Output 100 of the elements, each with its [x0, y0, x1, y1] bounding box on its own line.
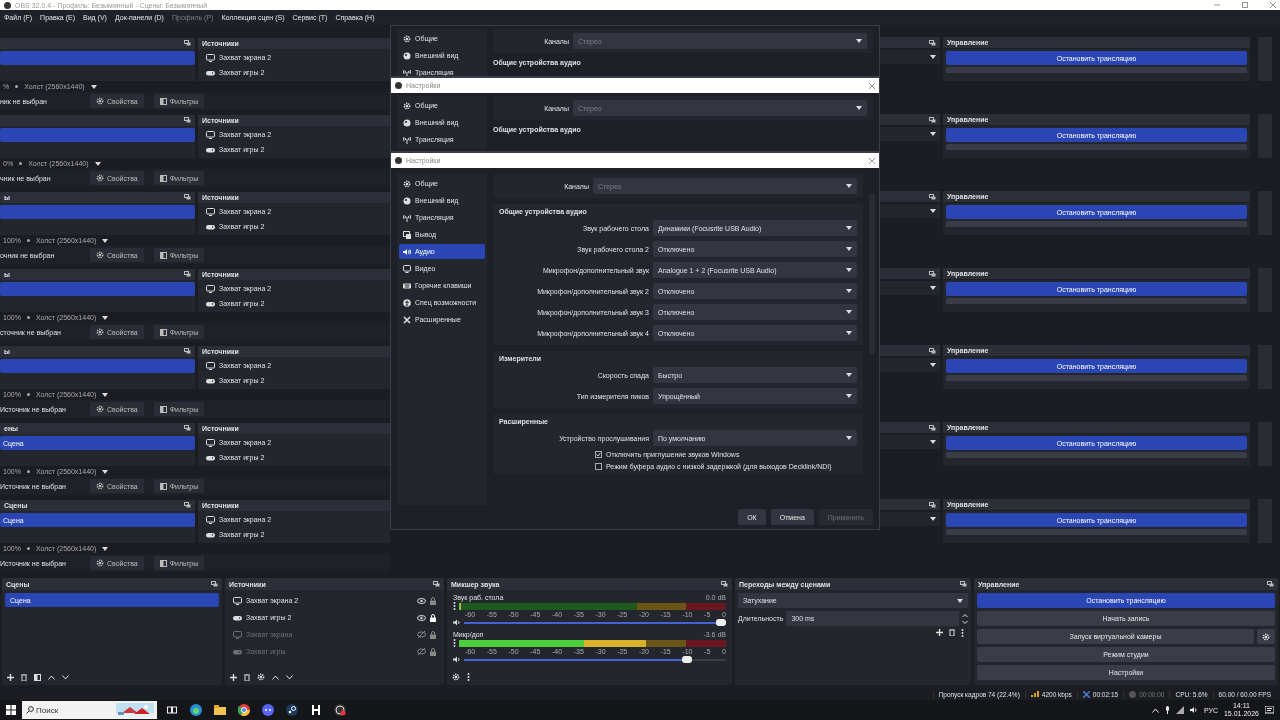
float-icon[interactable]: [184, 117, 191, 123]
float-icon[interactable]: [960, 581, 967, 587]
gamepad-icon: [206, 223, 215, 230]
caret-icon: [856, 39, 862, 43]
monitor-icon: [206, 130, 215, 139]
folder-icon[interactable]: [214, 705, 226, 715]
gear-icon: [96, 97, 104, 105]
caret-icon: [930, 209, 936, 213]
lock-icon[interactable]: [430, 613, 436, 622]
settings-button[interactable]: [1257, 629, 1275, 644]
trash-icon[interactable]: [21, 673, 27, 681]
start-icon[interactable]: [6, 705, 16, 715]
add-icon[interactable]: [936, 629, 943, 636]
filter-icon: [159, 405, 167, 413]
caret-icon: [930, 132, 936, 136]
gamepad-icon: [206, 146, 215, 153]
caret-icon: [846, 247, 852, 251]
speaker-icon[interactable]: [1189, 706, 1198, 714]
app-icon[interactable]: [311, 705, 321, 715]
float-icon[interactable]: [184, 40, 191, 46]
float-icon[interactable]: [929, 193, 936, 200]
float-icon[interactable]: [1267, 581, 1274, 587]
add-icon[interactable]: [7, 673, 14, 681]
caret-icon: [102, 238, 109, 243]
gamepad-icon: [206, 454, 215, 461]
gamepad-icon: [206, 531, 215, 538]
float-icon[interactable]: [929, 347, 936, 354]
checkbox[interactable]: [595, 463, 602, 470]
palette-icon: [403, 196, 411, 205]
down-icon[interactable]: [62, 674, 69, 680]
settings-icon: [1262, 632, 1270, 641]
float-icon[interactable]: [433, 581, 440, 587]
more-icon[interactable]: [453, 639, 456, 647]
spinner-icon[interactable]: [962, 612, 968, 625]
chat-icon[interactable]: [262, 704, 274, 716]
speaker-icon[interactable]: [453, 619, 461, 626]
network-icon[interactable]: [1175, 706, 1184, 714]
browser-icon[interactable]: [190, 704, 202, 716]
caret-icon: [102, 392, 109, 397]
check-icon: [596, 452, 601, 457]
caret-icon: [846, 268, 852, 272]
task-view-icon[interactable]: [167, 705, 177, 715]
recorder-icon[interactable]: [334, 704, 346, 716]
gear-icon: [96, 482, 104, 490]
gear-icon: [403, 101, 411, 110]
up-icon[interactable]: [272, 674, 279, 680]
float-icon[interactable]: [184, 348, 191, 354]
monitor-icon: [206, 207, 215, 216]
dot-icon: [19, 162, 23, 165]
close-icon[interactable]: [869, 157, 875, 164]
more-icon[interactable]: [467, 673, 470, 681]
up-icon[interactable]: [48, 674, 55, 680]
caret-icon: [930, 517, 936, 521]
maximize-icon[interactable]: [1242, 2, 1248, 8]
add-icon[interactable]: [230, 673, 237, 681]
eye-off-icon[interactable]: [417, 648, 426, 655]
checkbox[interactable]: [595, 451, 602, 458]
eye-off-icon[interactable]: [417, 631, 426, 638]
trash-icon[interactable]: [949, 629, 955, 636]
more-icon[interactable]: [453, 602, 456, 610]
caret-icon: [846, 436, 852, 440]
monitor-icon: [206, 361, 215, 370]
microphone-icon[interactable]: [1164, 706, 1170, 714]
chevron-up-icon[interactable]: [1151, 707, 1159, 713]
dot-icon: [26, 393, 30, 396]
notification-icon[interactable]: [1265, 706, 1274, 714]
float-icon[interactable]: [929, 501, 936, 508]
browser-icon[interactable]: [238, 704, 250, 716]
close-icon[interactable]: [1270, 2, 1276, 8]
float-icon[interactable]: [184, 271, 191, 277]
eye-icon[interactable]: [417, 614, 426, 621]
float-icon[interactable]: [184, 194, 191, 200]
filter-icon: [159, 482, 167, 490]
palette-icon: [403, 51, 411, 60]
dot-icon: [26, 470, 30, 473]
gear-icon: [96, 405, 104, 413]
caret-icon: [846, 331, 852, 335]
speaker-icon[interactable]: [453, 656, 461, 663]
caret-icon: [102, 469, 109, 474]
more-icon[interactable]: [961, 629, 964, 637]
volume-slider[interactable]: [464, 621, 726, 624]
float-icon[interactable]: [721, 581, 728, 587]
antenna-icon: [403, 68, 411, 76]
float-icon[interactable]: [929, 270, 936, 277]
caret-icon: [957, 598, 963, 603]
app-icon: [395, 157, 402, 164]
float-icon[interactable]: [184, 425, 191, 431]
close-icon[interactable]: [869, 82, 875, 89]
eye-icon[interactable]: [417, 597, 426, 604]
palette-icon: [403, 118, 411, 127]
float-icon[interactable]: [211, 581, 218, 587]
float-icon[interactable]: [929, 424, 936, 431]
float-icon[interactable]: [184, 502, 191, 508]
filter-icon[interactable]: [34, 673, 41, 681]
float-icon[interactable]: [929, 39, 936, 46]
trash-icon[interactable]: [244, 673, 250, 681]
volume-slider[interactable]: [464, 658, 726, 661]
game-store-icon[interactable]: [286, 704, 298, 716]
down-icon[interactable]: [286, 674, 293, 680]
float-icon[interactable]: [929, 116, 936, 123]
